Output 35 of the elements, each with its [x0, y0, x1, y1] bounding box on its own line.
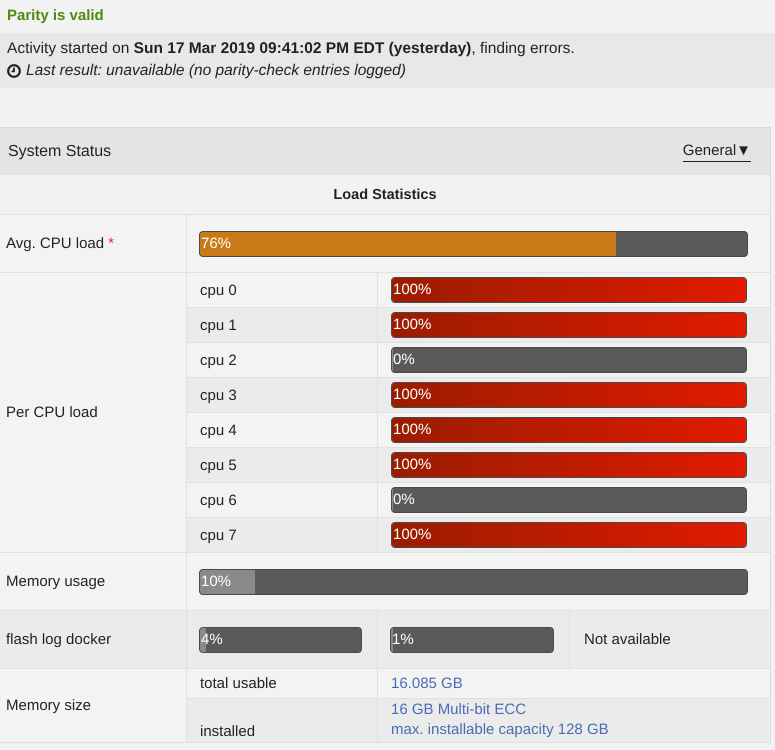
table-cell: cpu 1 — [186, 308, 377, 343]
percent-label: 100% — [393, 315, 432, 335]
memory-value: max. installable capacity 128 GB — [391, 720, 609, 740]
row-label: Avg. CPU load — [6, 235, 104, 252]
memory-value: 16.085 GB — [391, 674, 463, 694]
percent-label: 100% — [393, 525, 432, 545]
percent-label: 100% — [393, 280, 432, 300]
table-cell: cpu 3 — [186, 378, 377, 413]
clock-icon — [7, 64, 21, 78]
percent-label: 76% — [201, 234, 232, 254]
percent-label: 0% — [393, 490, 415, 510]
last-result-text: Last result: unavailable (no parity-check entries logged) — [26, 61, 406, 81]
percent-label: 100% — [393, 420, 432, 440]
panel-title: System Status — [8, 142, 112, 160]
percent-label: 100% — [393, 455, 432, 475]
table-cell: cpu 0 — [186, 273, 377, 308]
percent-label: 1% — [392, 630, 414, 650]
required-mark: * — [108, 235, 114, 252]
table-cell: cpu 4 — [186, 413, 377, 448]
table-cell: total usable — [186, 669, 377, 699]
activity-message: Activity started on Sun 17 Mar 2019 09:41:02 PM EDT (yesterday), finding errors. — [7, 39, 576, 59]
parity-status: Parity is valid — [6, 6, 105, 26]
table-cell: flash log docker — [0, 611, 186, 669]
memory-value: 16 GB Multi-bit ECC — [391, 700, 526, 720]
table-cell: cpu 2 — [186, 343, 377, 378]
percent-label: 100% — [393, 385, 432, 405]
table-cell: cpu 6 — [186, 483, 377, 518]
table-cell: installed — [186, 699, 377, 743]
percent-label: 10% — [201, 572, 232, 592]
table-cell: cpu 5 — [186, 448, 377, 483]
table-cell: Not available — [569, 611, 770, 669]
percent-label: 0% — [393, 350, 415, 370]
table-cell: cpu 7 — [186, 518, 377, 553]
view-dropdown[interactable]: General▼ — [682, 142, 751, 162]
percent-label: 4% — [201, 630, 223, 650]
